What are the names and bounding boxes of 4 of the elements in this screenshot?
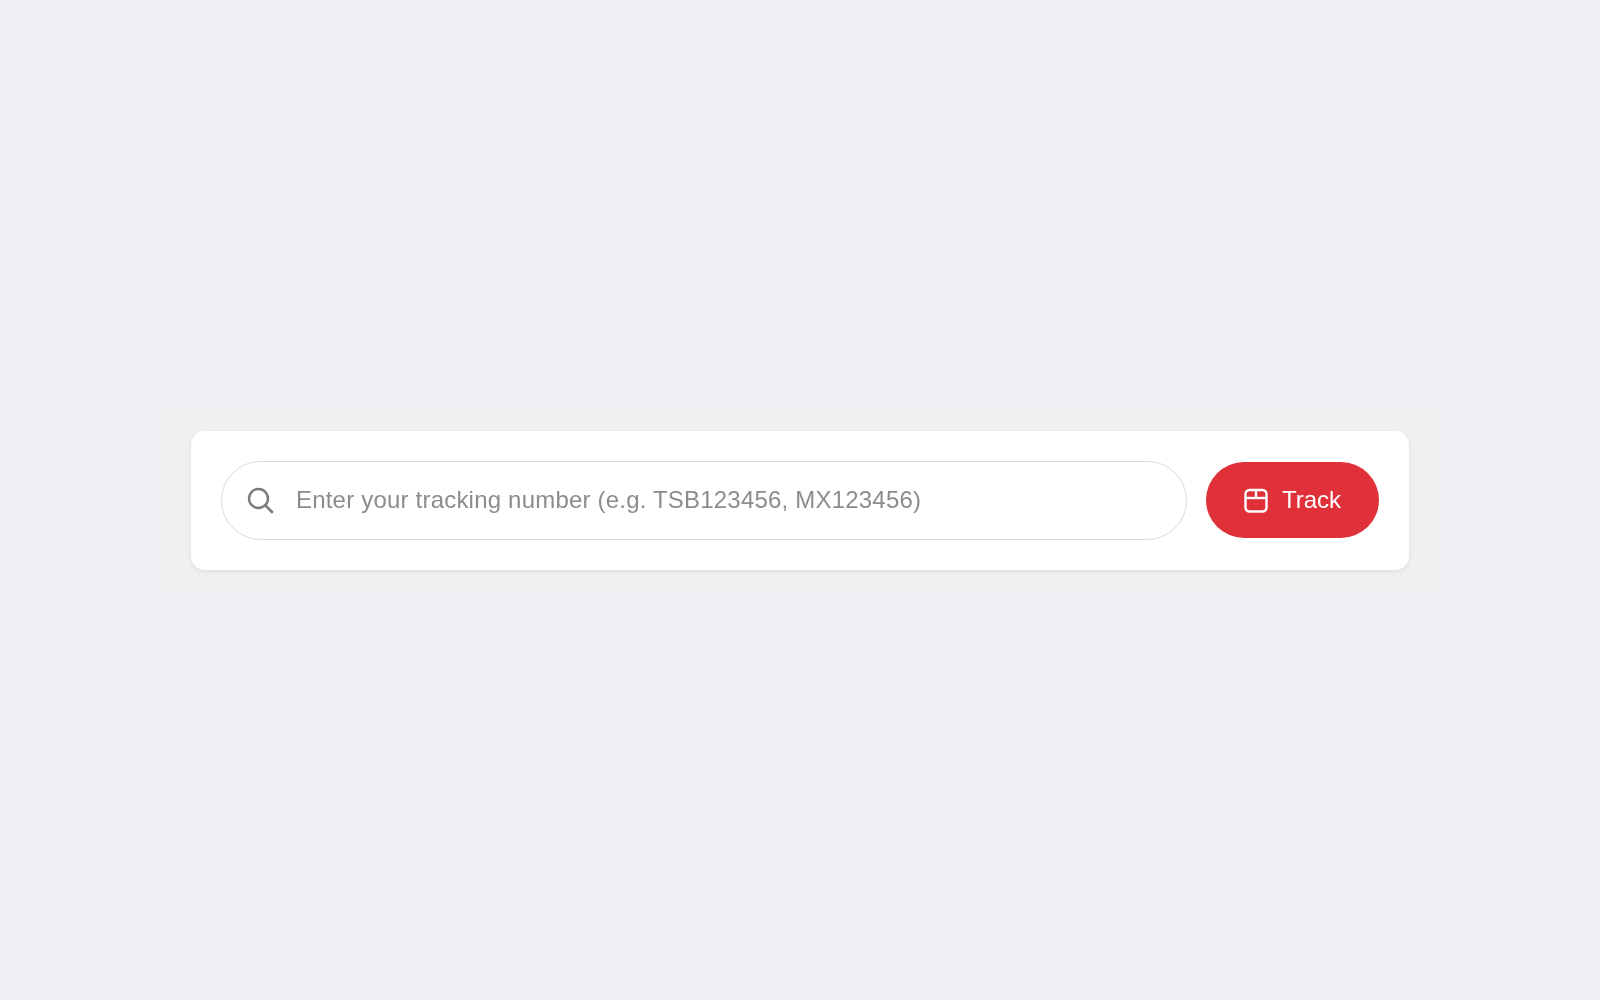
tracking-number-field[interactable]: Enter your tracking number (e.g. TSB123456, MX123456) [221, 460, 1187, 540]
search-icon [247, 486, 274, 514]
track-button[interactable]: Track [1206, 462, 1379, 538]
box-icon [1243, 487, 1268, 513]
